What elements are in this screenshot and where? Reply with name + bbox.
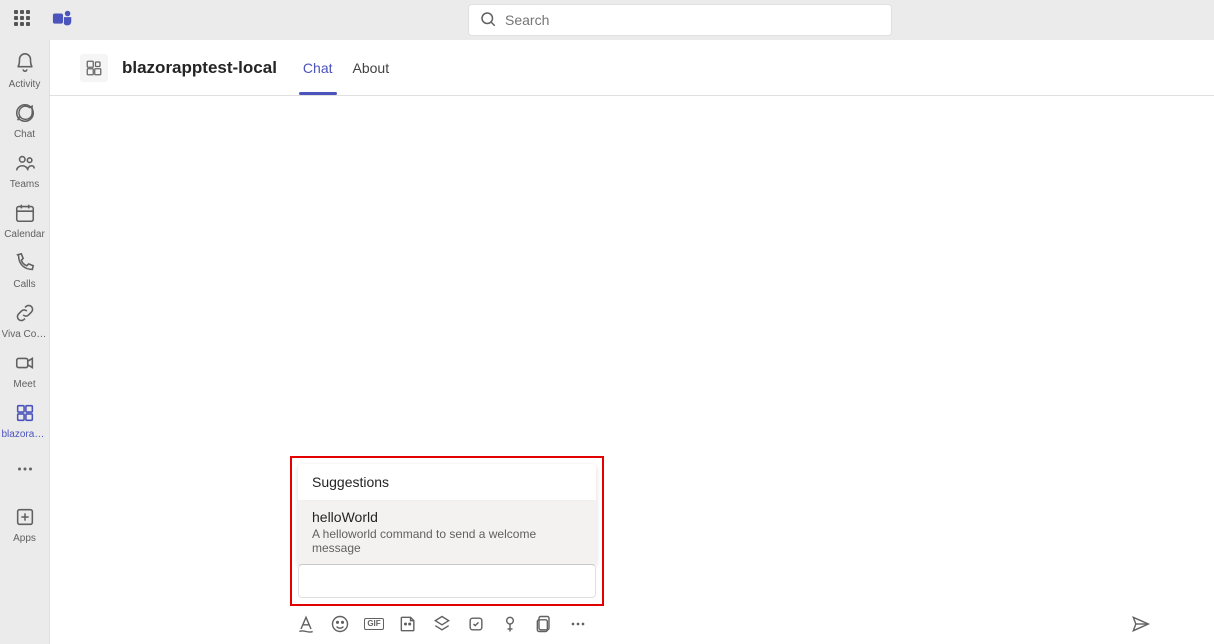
suggestion-item[interactable]: helloWorld A helloworld command to send … <box>298 501 596 565</box>
top-bar <box>0 0 1214 40</box>
suggestions-highlight: Suggestions helloWorld A helloworld comm… <box>290 456 604 606</box>
tab-label: Chat <box>303 60 333 76</box>
app-tiles-icon <box>14 402 36 429</box>
emoji-icon[interactable] <box>330 614 350 634</box>
search-input[interactable] <box>505 12 881 28</box>
tab-about[interactable]: About <box>343 40 400 95</box>
app-sidebar: Activity Chat Teams Calendar Calls Viva … <box>0 40 50 644</box>
sidebar-item-activity[interactable]: Activity <box>0 46 50 96</box>
plus-square-icon <box>14 506 36 533</box>
app-title: blazorapptest-local <box>122 58 277 78</box>
sidebar-label: Meet <box>2 379 48 390</box>
gif-icon[interactable]: GIF <box>364 614 384 634</box>
tab-label: About <box>353 60 390 76</box>
compose-toolbar: GIF <box>290 614 1156 634</box>
video-icon <box>14 352 36 379</box>
approvals-icon[interactable] <box>500 614 520 634</box>
app-avatar-icon <box>80 54 108 82</box>
sidebar-label: Teams <box>2 179 48 190</box>
chat-header: blazorapptest-local Chat About <box>50 40 1214 96</box>
suggestions-heading: Suggestions <box>298 464 596 501</box>
sidebar-item-meet[interactable]: Meet <box>0 346 50 396</box>
search-box[interactable] <box>468 4 892 36</box>
search-icon <box>479 10 505 31</box>
sidebar-label: Viva Connec... <box>2 329 48 340</box>
app-launcher-icon[interactable] <box>14 10 34 30</box>
sidebar-item-viva[interactable]: Viva Connec... <box>0 296 50 346</box>
chat-icon <box>14 102 36 129</box>
more-actions-icon[interactable] <box>568 614 588 634</box>
sidebar-label: Chat <box>2 129 48 140</box>
sidebar-label: Activity <box>2 79 48 90</box>
sticker-icon[interactable] <box>398 614 418 634</box>
sidebar-item-blazorapp[interactable]: blazorappt... <box>0 396 50 446</box>
sidebar-label: blazorappt... <box>2 429 48 440</box>
sidebar-label: Calls <box>2 279 48 290</box>
tab-chat[interactable]: Chat <box>293 40 343 95</box>
sidebar-label: Apps <box>2 533 48 544</box>
sidebar-item-chat[interactable]: Chat <box>0 96 50 146</box>
attach-icon[interactable] <box>534 614 554 634</box>
bell-icon <box>14 52 36 79</box>
sidebar-label: Calendar <box>2 229 48 240</box>
sidebar-item-calls[interactable]: Calls <box>0 246 50 296</box>
more-icon <box>14 458 36 485</box>
sidebar-item-apps[interactable]: Apps <box>0 500 50 550</box>
chat-body: Suggestions helloWorld A helloworld comm… <box>50 96 1214 644</box>
sidebar-item-calendar[interactable]: Calendar <box>0 196 50 246</box>
teams-logo-icon <box>52 8 74 33</box>
suggestions-popup: Suggestions helloWorld A helloworld comm… <box>298 464 596 565</box>
sidebar-item-more[interactable] <box>0 446 50 496</box>
format-icon[interactable] <box>296 614 316 634</box>
compose-input[interactable] <box>298 564 596 598</box>
sidebar-item-teams[interactable]: Teams <box>0 146 50 196</box>
teams-people-icon <box>14 152 36 179</box>
suggestion-description: A helloworld command to send a welcome m… <box>312 527 582 555</box>
suggestion-command: helloWorld <box>312 509 582 525</box>
extensions-icon[interactable] <box>432 614 452 634</box>
loop-icon[interactable] <box>466 614 486 634</box>
phone-icon <box>14 252 36 279</box>
content-area: blazorapptest-local Chat About Suggestio… <box>50 40 1214 644</box>
link-icon <box>14 302 36 329</box>
send-button[interactable] <box>1130 614 1150 634</box>
calendar-icon <box>14 202 36 229</box>
